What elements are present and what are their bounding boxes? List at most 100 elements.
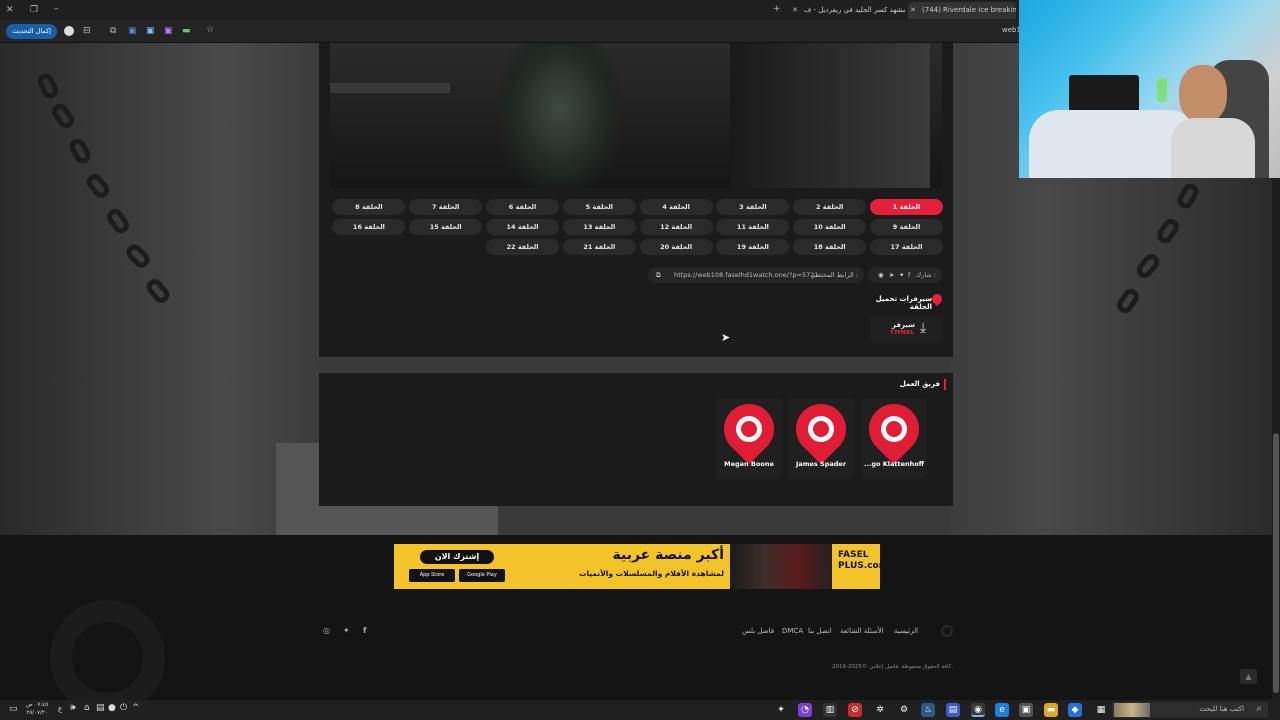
extension-icon[interactable]: ▬	[182, 25, 191, 37]
tab-close-icon[interactable]: ✕	[792, 2, 798, 19]
crew-member-name: James Spader	[795, 460, 847, 468]
video-player[interactable]	[330, 43, 942, 188]
edge-icon[interactable]: e	[995, 703, 1009, 717]
episode-button[interactable]: الحلقة 8	[332, 199, 406, 215]
extension-icon[interactable]: ⊟	[83, 25, 91, 37]
crew-card[interactable]: Megan Boone	[713, 393, 785, 478]
episode-button[interactable]: الحلقة 2	[793, 199, 867, 215]
tab-close-icon[interactable]: ✕	[910, 2, 916, 19]
episode-button[interactable]: الحلقة 11	[716, 219, 790, 235]
new-tab-button[interactable]: +	[773, 3, 781, 15]
footer-link-faq[interactable]: الأسئلة الشائعة	[840, 627, 884, 635]
update-button[interactable]: إكمال التحديث	[6, 24, 57, 39]
telegram-icon[interactable]: ➤	[889, 267, 894, 283]
google-play-badge[interactable]: Google Play	[459, 569, 505, 582]
app-icon[interactable]: ▥	[823, 703, 837, 717]
volume-icon[interactable]: 🕪	[70, 703, 76, 713]
task-view-icon[interactable]: ▦	[1094, 703, 1108, 717]
footer-logo-icon	[941, 625, 953, 637]
episode-button[interactable]: الحلقة 3	[716, 199, 790, 215]
copy-link-icon[interactable]: ⧉	[656, 267, 661, 283]
footer-link-dmca[interactable]: DMCA	[782, 627, 803, 635]
tab-arabic-scene[interactable]: ✕ مشهد كسر الجليد في ريفرديل - ف	[790, 2, 905, 19]
episode-button[interactable]: الحلقة 18	[793, 239, 867, 255]
file-explorer-icon[interactable]: ▬	[1044, 703, 1058, 717]
tab-search-icon[interactable]: ⧉	[110, 25, 116, 37]
subscribe-button[interactable]: إشترك الان	[420, 550, 494, 564]
scroll-top-button[interactable]: ▲	[1240, 669, 1257, 684]
ad-subline: لمشاهدة الأفلام والمسلسلات والأنميات	[578, 569, 724, 578]
episode-button[interactable]: الحلقة 7	[409, 199, 483, 215]
tray-icon[interactable]: ▤	[96, 703, 105, 713]
app-icon[interactable]: ⊘	[848, 703, 862, 717]
video-frame-detail	[730, 43, 930, 188]
profile-icon[interactable]	[64, 26, 74, 36]
footer-link-contact[interactable]: اتصل بنا	[808, 627, 832, 635]
episode-button[interactable]: الحلقة 9	[870, 219, 943, 235]
episode-button[interactable]: الحلقة 13	[562, 219, 636, 235]
download-icon: ⤓	[920, 320, 927, 336]
bookmark-star-icon[interactable]: ☆	[206, 24, 214, 36]
taskbar-search-box[interactable]: اكتب هنا للبحث ⌕	[1112, 702, 1268, 718]
clock-time: ٠٧:٤٥ ص	[25, 702, 49, 708]
app-icon[interactable]: ◆	[1068, 703, 1082, 717]
episode-button[interactable]: الحلقة 1	[870, 199, 943, 215]
episode-button[interactable]: الحلقة 6	[486, 199, 559, 215]
twitter-icon[interactable]: ✦	[343, 626, 350, 635]
instagram-icon[interactable]: ◎	[323, 626, 330, 635]
app-icon[interactable]: ✦	[774, 703, 788, 717]
chrome-icon[interactable]: ◉	[971, 703, 985, 717]
footer-link-faselplus[interactable]: فاصل بلس	[742, 627, 774, 635]
short-link-box: الرابط المختصر : https://web108.faselhd1…	[648, 267, 864, 283]
tab-riverdale-youtube[interactable]: ✕ (744) Riverdale ice breaking sc	[908, 2, 1016, 19]
episode-button[interactable]: الحلقة 19	[716, 239, 790, 255]
show-hidden-icons[interactable]: ^	[132, 703, 140, 713]
minimize-window-icon[interactable]: –	[54, 3, 59, 15]
settings-icon[interactable]: ⚙	[897, 703, 911, 717]
episode-button[interactable]: الحلقة 17	[870, 239, 943, 255]
app-icon[interactable]: ▣	[1019, 703, 1033, 717]
short-link-url[interactable]: https://web108.faselhd1watch.one/?p=5721	[674, 267, 819, 283]
facebook-icon[interactable]: f	[908, 267, 910, 283]
ad-banner[interactable]: إشترك الان App Store Google Play أكبر من…	[394, 544, 880, 589]
app-icon[interactable]: ▤	[946, 703, 960, 717]
scrollbar-thumb[interactable]	[1273, 433, 1279, 693]
episode-button[interactable]: الحلقة 12	[639, 219, 713, 235]
episode-button[interactable]: الحلقة 16	[332, 219, 406, 235]
facebook-icon[interactable]: f	[363, 626, 366, 635]
share-box: شارك : f ✦ ➤ ◉	[868, 267, 942, 283]
episode-button[interactable]: الحلقة 5	[562, 199, 636, 215]
taskbar-clock[interactable]: ٠٧:٤٥ ص ٢٥/٠٧/٢٠	[22, 701, 52, 717]
episode-button[interactable]: الحلقة 10	[793, 219, 867, 235]
language-indicator[interactable]: ع	[58, 705, 62, 713]
app-store-badge[interactable]: App Store	[409, 569, 455, 582]
episode-button[interactable]: الحلقة 14	[486, 219, 559, 235]
app-icon[interactable]: ◔	[798, 703, 812, 717]
app-icon[interactable]: ✲	[873, 703, 887, 717]
close-window-icon[interactable]: ✕	[6, 4, 14, 16]
tray-icon[interactable]: ⏻	[120, 703, 127, 713]
whatsapp-icon[interactable]: ◉	[878, 267, 884, 283]
notifications-icon[interactable]: ▭	[9, 704, 18, 714]
footer-link-home[interactable]: الرئيسية	[894, 627, 918, 635]
extension-icon[interactable]: ▣	[146, 25, 155, 37]
crew-card[interactable]: ...go Klattenhoff	[858, 393, 930, 478]
episode-button[interactable]: الحلقة 21	[562, 239, 636, 255]
video-frame-detail	[330, 83, 450, 93]
crew-panel	[319, 373, 953, 506]
restore-window-icon[interactable]: ❐	[30, 4, 38, 16]
microphone-icon[interactable]: ●	[108, 703, 116, 713]
video-frame-figure	[500, 43, 620, 188]
twitter-icon[interactable]: ✦	[899, 267, 904, 283]
extension-icon[interactable]: ▣	[128, 25, 137, 37]
copyright-text: 2016-2025© كافة الحقوق محفوظة. فاصل إعلا…	[831, 664, 953, 670]
extension-icon[interactable]: ▣	[164, 25, 173, 37]
episode-button[interactable]: الحلقة 4	[639, 199, 713, 215]
episode-button[interactable]: الحلقة 22	[486, 239, 559, 255]
episode-button[interactable]: الحلقة 20	[639, 239, 713, 255]
download-server-button[interactable]: سيرفر T7MEEL ⤓	[870, 316, 942, 342]
crew-card[interactable]: James Spader	[785, 393, 857, 478]
network-icon[interactable]: ⌂	[84, 703, 90, 713]
episode-button[interactable]: الحلقة 15	[409, 219, 483, 235]
steam-icon[interactable]: ♨	[921, 703, 935, 717]
